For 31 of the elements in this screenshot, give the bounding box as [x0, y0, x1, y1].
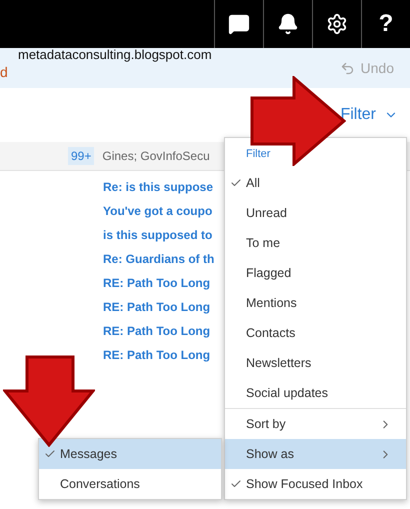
menu-item[interactable]: Mentions: [225, 288, 406, 318]
message-subject[interactable]: RE: Path Too Long: [103, 298, 210, 316]
menu-item[interactable]: Unread: [225, 198, 406, 228]
menu-item[interactable]: Newsletters: [225, 348, 406, 378]
check-icon: [44, 448, 56, 460]
message-subject[interactable]: RE: Path Too Long: [103, 346, 210, 364]
menu-item[interactable]: Show Focused Inbox: [225, 469, 406, 499]
check-icon: [230, 177, 242, 189]
undo-icon: [340, 60, 355, 76]
message-subject[interactable]: is this supposed to: [103, 226, 212, 244]
menu-item[interactable]: Show as: [225, 439, 406, 469]
message-subject[interactable]: RE: Path Too Long: [103, 274, 210, 292]
check-icon: [230, 478, 242, 490]
count-badge: 99+: [68, 147, 94, 165]
message-subject[interactable]: RE: Path Too Long: [103, 322, 210, 340]
menu-item[interactable]: Flagged: [225, 258, 406, 288]
message-subject[interactable]: Re: Guardians of th: [103, 250, 214, 268]
notice-text: d: [0, 64, 8, 80]
filter-button[interactable]: Filter: [340, 106, 398, 124]
menu-item[interactable]: Conversations: [39, 469, 221, 499]
message-subject[interactable]: You've got a coupo: [103, 202, 212, 220]
site-address: metadataconsulting.blogspot.com: [18, 48, 212, 62]
menu-item[interactable]: Social updates: [225, 378, 406, 408]
sender-names: Gines; GovInfoSecu: [102, 149, 210, 163]
menu-item[interactable]: Contacts: [225, 318, 406, 348]
menu-item[interactable]: All: [225, 168, 406, 198]
help-button[interactable]: ?: [378, 10, 394, 38]
message-subject[interactable]: Re: is this suppose: [103, 178, 214, 196]
menu-heading: Filter: [245, 147, 272, 162]
menu-item[interactable]: Messages: [39, 439, 221, 469]
menu-item[interactable]: To me: [225, 228, 406, 258]
